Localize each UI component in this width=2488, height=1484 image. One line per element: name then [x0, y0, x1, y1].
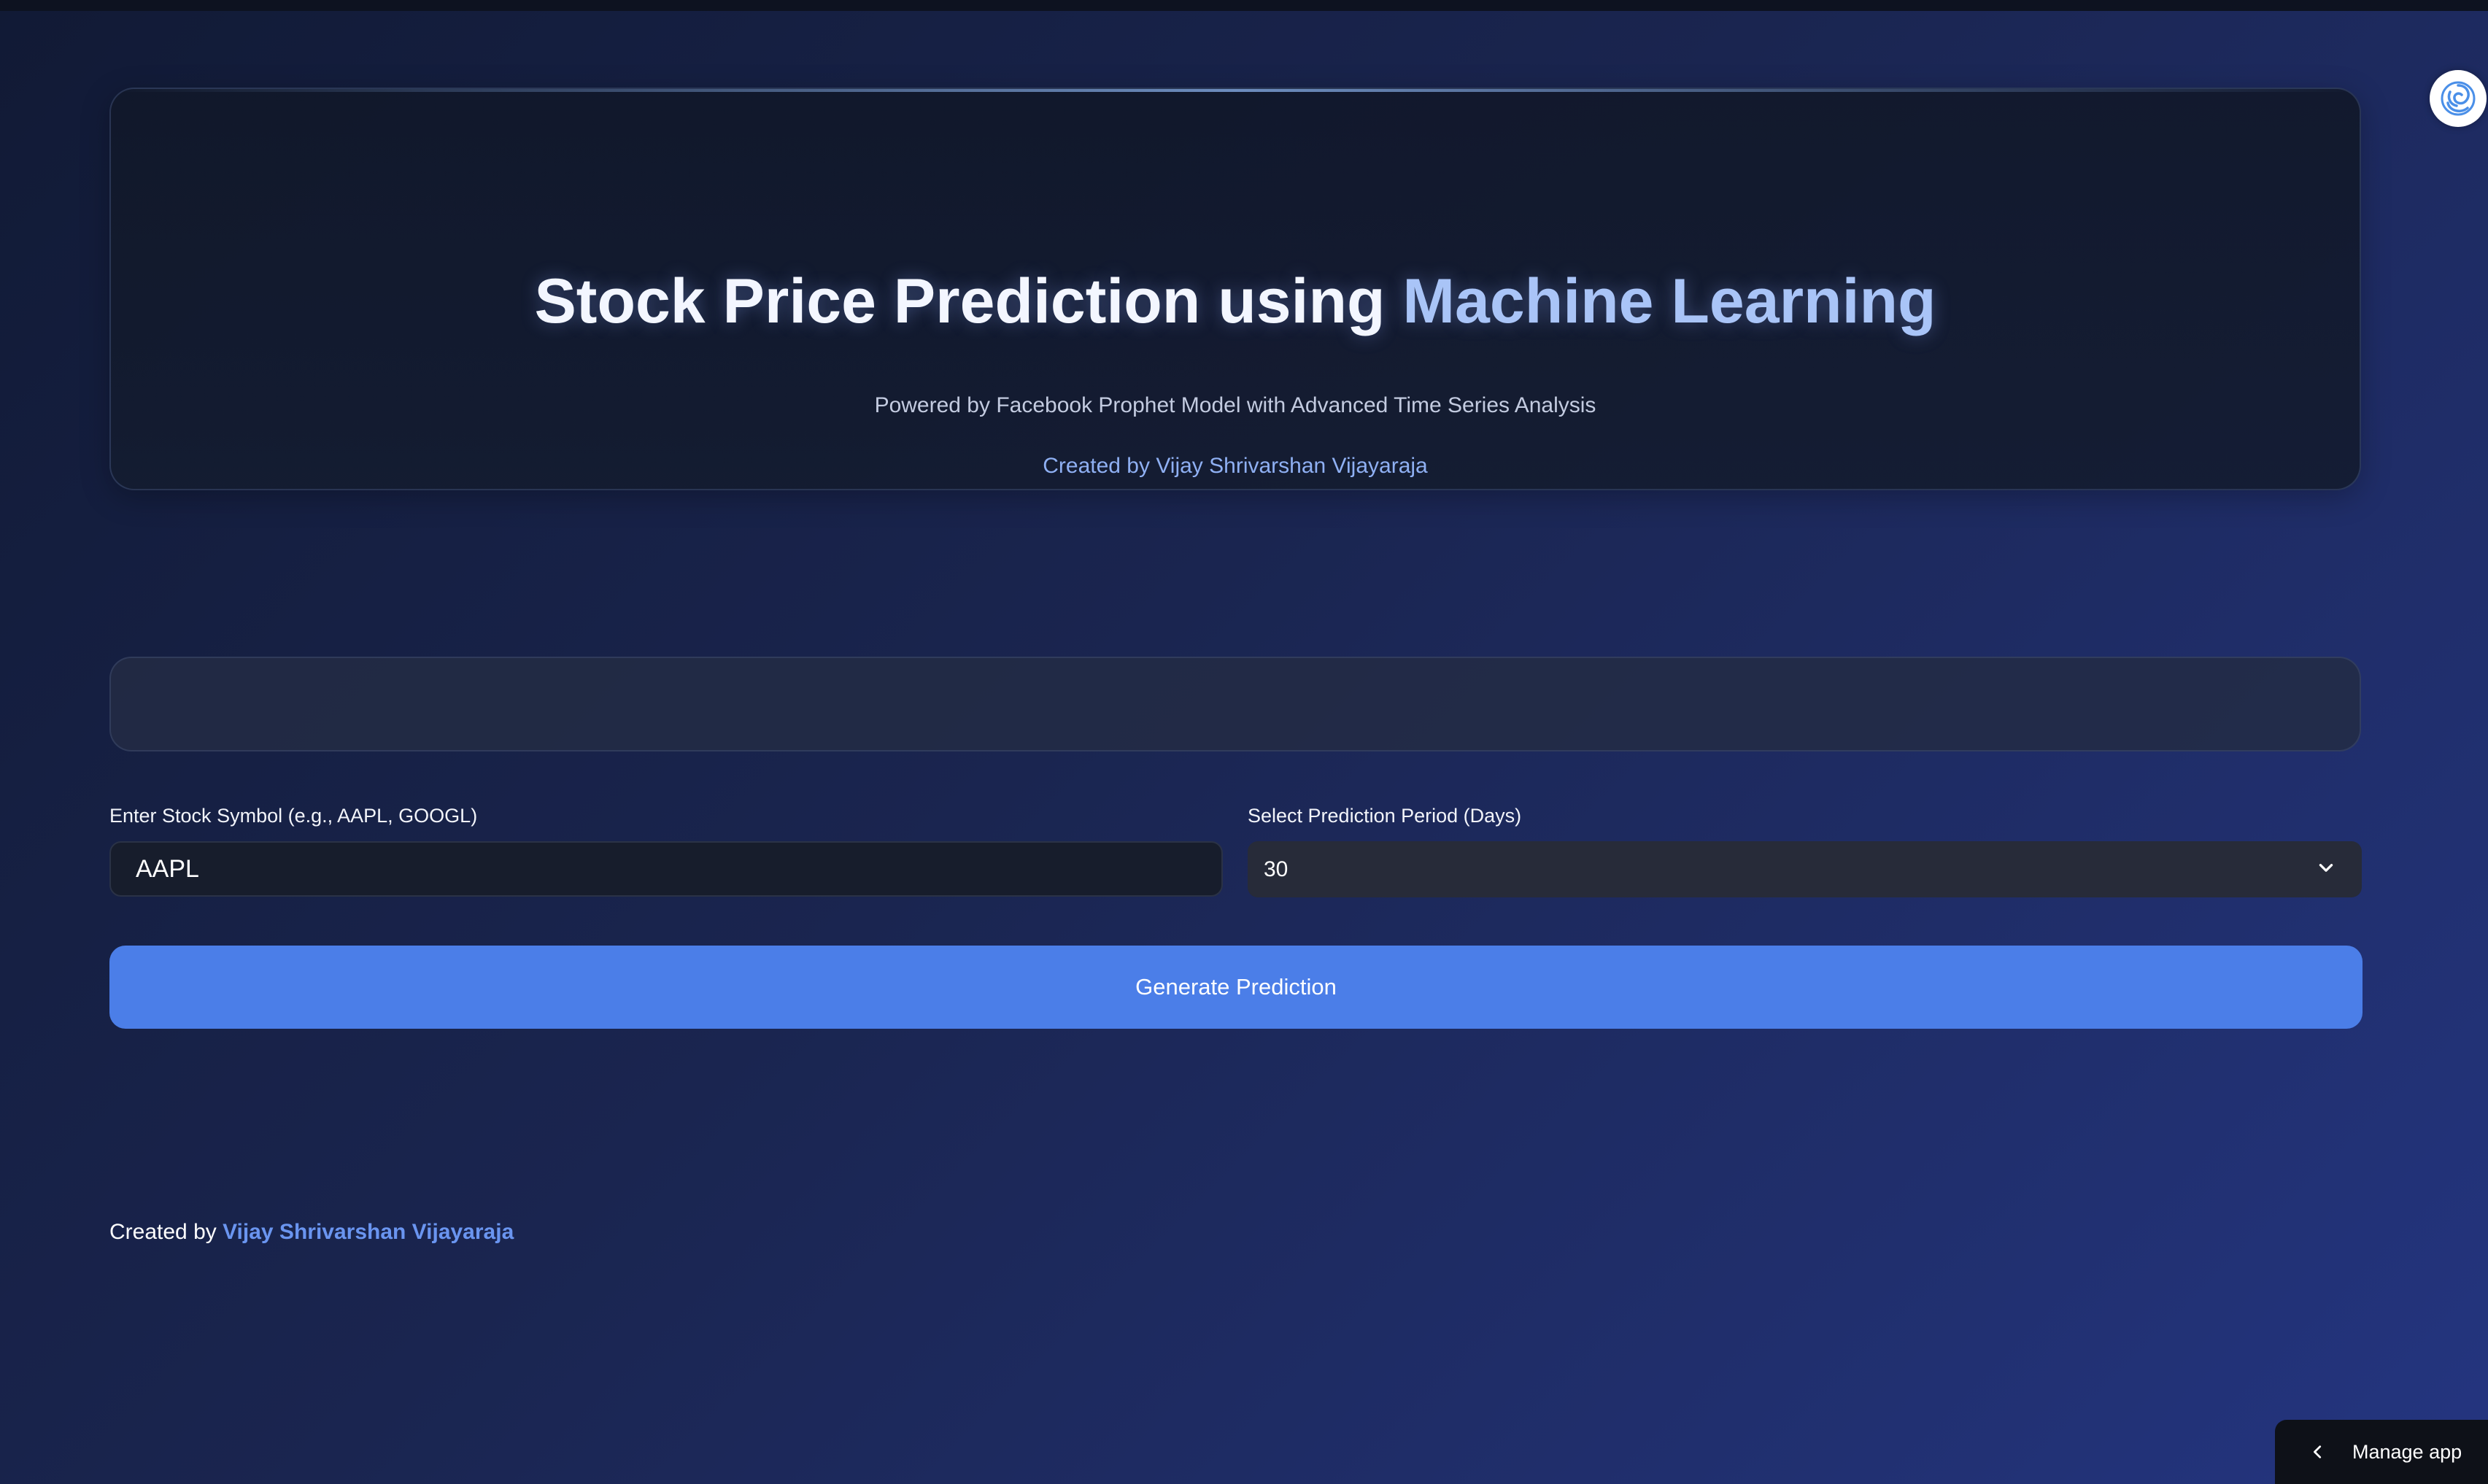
manage-app-button[interactable]: Manage app	[2275, 1420, 2488, 1484]
generate-prediction-button[interactable]: Generate Prediction	[109, 946, 2363, 1029]
chevron-left-icon	[2314, 1445, 2322, 1458]
footer-prefix: Created by	[109, 1220, 223, 1244]
stock-symbol-input[interactable]	[109, 841, 1223, 897]
page-title: Stock Price Prediction using Machine Lea…	[111, 270, 2360, 333]
hero-credit: Created by Vijay Shrivarshan Vijayaraja	[1043, 454, 1428, 478]
hero-card: Stock Price Prediction using Machine Lea…	[109, 88, 2361, 490]
manage-app-label: Manage app	[2352, 1440, 2462, 1463]
prediction-period-value: 30	[1264, 857, 1289, 881]
title-highlight: Machine Learning	[1402, 266, 1936, 336]
app-avatar[interactable]	[2430, 70, 2487, 127]
prediction-period-select[interactable]: 30	[1248, 841, 2362, 897]
footer-credit: Created by Vijay Shrivarshan Vijayaraja	[109, 1220, 514, 1245]
swirl-logo-icon	[2441, 81, 2476, 116]
stock-symbol-label: Enter Stock Symbol (e.g., AAPL, GOOGL)	[109, 805, 478, 827]
prediction-period-label: Select Prediction Period (Days)	[1248, 805, 1522, 827]
title-main: Stock Price Prediction using	[534, 266, 1403, 336]
empty-panel	[109, 657, 2361, 751]
top-bar	[0, 0, 2488, 11]
hero-subtitle: Powered by Facebook Prophet Model with A…	[874, 393, 1596, 417]
chevron-down-icon	[2319, 864, 2333, 872]
author-link[interactable]: Vijay Shrivarshan Vijayaraja	[223, 1220, 514, 1244]
